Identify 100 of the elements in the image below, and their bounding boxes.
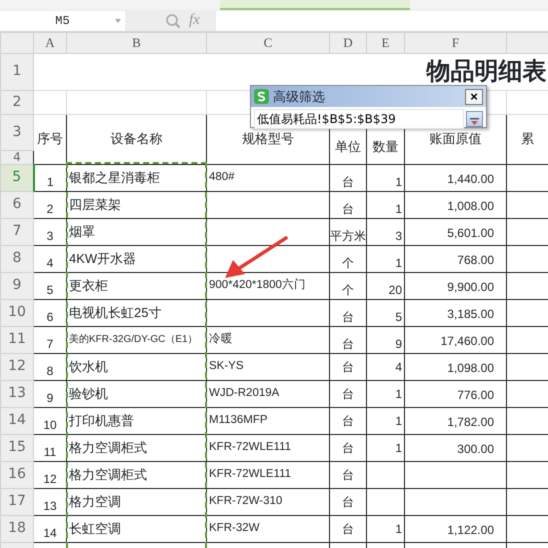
column-header[interactable]: A (34, 32, 66, 53)
column-header[interactable]: C (206, 32, 330, 53)
row-number[interactable]: 6 (0, 191, 34, 218)
table-cell: 1,440.00 (404, 164, 506, 191)
table-cell: KFR-72WLE111 (206, 461, 330, 488)
table-cell: 格力空调 (66, 488, 206, 515)
dropdown-caret-icon[interactable] (115, 18, 121, 22)
collapse-button[interactable] (466, 111, 483, 127)
table-cell: 1,098.00 (404, 353, 506, 380)
table-cell: 3,185.00 (404, 299, 506, 326)
table-cell: 台 (330, 164, 366, 191)
formula-input[interactable] (216, 10, 548, 30)
row-number[interactable]: 3 (0, 114, 34, 150)
row-number[interactable]: 17 (0, 488, 34, 515)
table-cell: 美的KFR-32G/DY-GC（E1） (66, 326, 206, 353)
column-header[interactable]: E (366, 32, 404, 53)
row-number[interactable]: 5 (0, 164, 34, 191)
table-cell: WJD-R2019A (206, 380, 330, 407)
app-logo-icon (254, 89, 269, 104)
sheet-title: 物品明细表 (426, 58, 546, 84)
table-cell: 台 (330, 353, 366, 380)
table-cell: 烟罩 (66, 218, 206, 245)
table-cell: 台 (330, 326, 366, 353)
row-number[interactable]: 10 (0, 299, 34, 326)
table-cell: 1,782.00 (404, 407, 506, 434)
row-number[interactable]: 4 (0, 150, 34, 164)
table-cell: 3 (366, 218, 404, 245)
table-cell: 300.00 (404, 434, 506, 461)
table-cell: 台 (330, 461, 366, 488)
table-cell: 9 (34, 380, 66, 407)
table-cell: 4KW开水器 (66, 245, 206, 272)
table-cell: 长虹空调 (66, 515, 206, 542)
name-box[interactable]: M5 (0, 10, 125, 30)
table-cell: 480# (206, 164, 330, 191)
table-cell: 5 (366, 299, 404, 326)
table-cell: 台 (330, 434, 366, 461)
row-number[interactable]: 16 (0, 461, 34, 488)
column-heading: 设备名称 (66, 114, 206, 164)
table-cell: 台 (330, 380, 366, 407)
table-cell: 平方米 (330, 218, 366, 245)
table-cell: 9,900.00 (404, 272, 506, 299)
table-cell: 1 (366, 407, 404, 434)
table-cell: 电视机长虹25寸 (66, 299, 206, 326)
table-cell: 1,122.00 (404, 515, 506, 542)
table-cell: 3 (34, 218, 66, 245)
row-number[interactable]: 12 (0, 353, 34, 380)
table-cell: 6 (34, 299, 66, 326)
table-cell: 1 (366, 380, 404, 407)
table-cell: 9 (366, 326, 404, 353)
table-cell: 打印机惠普 (66, 407, 206, 434)
table-cell: 台 (330, 299, 366, 326)
table-cell: 冷暖 (206, 326, 330, 353)
row-number[interactable]: 1 (0, 53, 34, 90)
row-number[interactable]: 9 (0, 272, 34, 299)
collapse-icon (470, 118, 479, 126)
row-number[interactable]: 11 (0, 326, 34, 353)
row-number[interactable]: 15 (0, 434, 34, 461)
column-header[interactable]: F (404, 32, 506, 53)
table-cell: 4 (34, 245, 66, 272)
table-cell: 5,601.00 (404, 218, 506, 245)
table-cell: 7 (34, 326, 66, 353)
range-field[interactable]: 低值易耗品!$B$5:$B$39 (254, 109, 464, 129)
row-number[interactable]: 13 (0, 380, 34, 407)
table-cell: 个 (330, 272, 366, 299)
row-number[interactable]: 14 (0, 407, 34, 434)
row-number[interactable]: 8 (0, 245, 34, 272)
table-cell: 1 (366, 434, 404, 461)
table-cell: KFR-72WLE111 (206, 434, 330, 461)
zoom-icon[interactable] (165, 12, 181, 28)
table-cell: 1,008.00 (404, 191, 506, 218)
table-cell: 14 (34, 515, 66, 542)
table-cell: 台 (330, 407, 366, 434)
table-cell: M1136MFP (206, 407, 330, 434)
table-cell: 4 (366, 353, 404, 380)
arrow (225, 236, 288, 278)
column-heading: 序号 (34, 114, 66, 164)
table-cell: 验钞机 (66, 380, 206, 407)
row-number[interactable]: 7 (0, 218, 34, 245)
table-cell: 个 (330, 245, 366, 272)
table-cell: 10 (34, 407, 66, 434)
column-header[interactable]: B (66, 32, 206, 53)
table-cell: SK-YS (206, 353, 330, 380)
table-cell: 1 (366, 245, 404, 272)
table-cell: 1 (366, 164, 404, 191)
table-cell: 台 (330, 191, 366, 218)
row-number[interactable]: 18 (0, 515, 34, 542)
table-cell: KFR-32W (206, 515, 330, 542)
table-cell: 17,460.00 (404, 326, 506, 353)
table-cell: 13 (34, 488, 66, 515)
column-header[interactable]: D (330, 32, 366, 53)
table-cell: 20 (366, 272, 404, 299)
dialog-title: 高级筛选 (273, 88, 326, 106)
table-cell: 台 (330, 488, 366, 515)
table-cell: 776.00 (404, 380, 506, 407)
table-cell: 台 (330, 515, 366, 542)
close-button[interactable]: × (465, 88, 483, 104)
table-cell: KFR-72W-310 (206, 488, 330, 515)
table-cell: 1 (366, 515, 404, 542)
row-number[interactable]: 2 (0, 90, 34, 114)
table-cell: 768.00 (404, 245, 506, 272)
